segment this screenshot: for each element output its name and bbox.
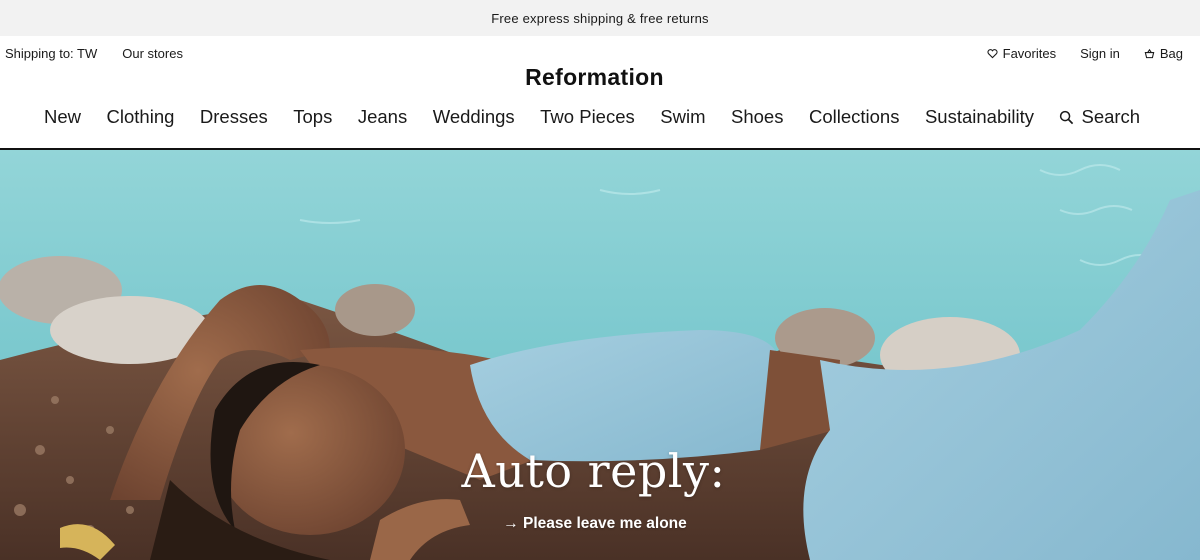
main-nav: New Clothing Dresses Tops Jeans Weddings… xyxy=(44,106,1166,128)
hero-banner[interactable]: Auto reply: → Please leave me alone xyxy=(0,150,1200,560)
nav-item-shoes[interactable]: Shoes xyxy=(731,106,783,128)
hero-image xyxy=(0,150,1200,560)
nav-item-two-pieces[interactable]: Two Pieces xyxy=(540,106,635,128)
heart-icon xyxy=(987,49,998,59)
hero-title: Auto reply: xyxy=(461,444,726,498)
nav-item-collections[interactable]: Collections xyxy=(809,106,900,128)
search-icon xyxy=(1060,110,1074,124)
promo-bar: Free express shipping & free returns xyxy=(0,0,1200,36)
nav-item-weddings[interactable]: Weddings xyxy=(433,106,515,128)
hero-cta-link[interactable]: → Please leave me alone xyxy=(0,515,1190,533)
promo-text: Free express shipping & free returns xyxy=(491,10,709,26)
bag-icon xyxy=(1144,48,1155,59)
shipping-country-link[interactable]: Shipping to: TW xyxy=(5,46,97,61)
nav-item-jeans[interactable]: Jeans xyxy=(358,106,407,128)
bag-label: Bag xyxy=(1159,46,1183,61)
favorites-label: Favorites xyxy=(1002,46,1057,61)
bag-link[interactable]: Bag xyxy=(1144,46,1183,61)
nav-item-tops[interactable]: Tops xyxy=(293,106,332,128)
sign-in-link[interactable]: Sign in xyxy=(1080,46,1120,61)
nav-item-new[interactable]: New xyxy=(44,106,81,128)
our-stores-link[interactable]: Our stores xyxy=(122,46,183,61)
favorites-link[interactable]: Favorites xyxy=(987,46,1056,61)
utility-right: Favorites Sign in Bag xyxy=(987,46,1183,61)
nav-item-dresses[interactable]: Dresses xyxy=(200,106,268,128)
nav-item-clothing[interactable]: Clothing xyxy=(107,106,175,128)
nav-search-button[interactable]: Search xyxy=(1059,106,1140,128)
nav-item-swim[interactable]: Swim xyxy=(660,106,705,128)
search-label: Search xyxy=(1081,106,1141,127)
nav-item-sustainability[interactable]: Sustainability xyxy=(925,106,1034,128)
brand-logo[interactable]: Reformation xyxy=(0,64,1189,91)
utility-left: Shipping to: TW Our stores xyxy=(5,46,183,61)
